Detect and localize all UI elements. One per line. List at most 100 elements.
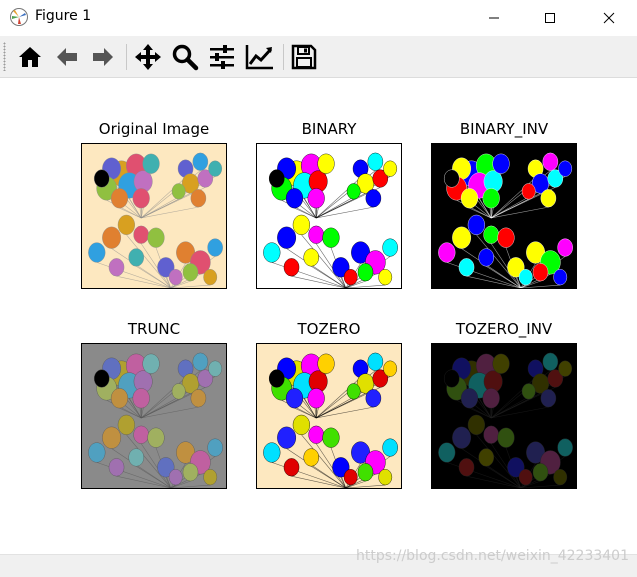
balloon-shape (483, 225, 499, 244)
pan-icon (135, 44, 161, 70)
balloon-shape (171, 183, 186, 200)
balloon-shape (558, 160, 573, 177)
subplot-image-binary_inv[interactable] (431, 143, 577, 289)
balloon-image (82, 344, 226, 488)
subplot-title: Original Image (98, 120, 210, 138)
balloon-shape (540, 189, 557, 208)
balloon-shape (492, 153, 510, 174)
balloon-shape (93, 369, 110, 388)
balloon-shape (268, 169, 285, 188)
subplot-title: TOZERO_INV (455, 320, 553, 338)
balloon-shape (452, 226, 472, 249)
balloon-shape (168, 269, 183, 286)
balloon-shape (133, 225, 149, 244)
close-button[interactable] (586, 0, 632, 36)
balloon-shape (308, 225, 324, 244)
balloon-shape (117, 214, 135, 235)
balloon-shape (190, 389, 207, 408)
balloon-shape (303, 248, 319, 267)
balloon-shape (203, 469, 218, 486)
edit-axis-button[interactable] (244, 41, 276, 73)
navigation-toolbar (0, 36, 637, 78)
toolbar-separator (283, 44, 284, 70)
balloon-shape (132, 388, 150, 409)
balloon-shape (102, 426, 122, 449)
balloon-shape (207, 238, 223, 257)
subplot-image-original[interactable] (81, 143, 227, 289)
balloon-shape (102, 226, 122, 249)
balloon-shape (382, 438, 398, 457)
minimize-button[interactable] (471, 0, 517, 36)
balloon-shape (110, 188, 129, 209)
toolbar-separator (126, 44, 127, 70)
balloon-shape (285, 388, 304, 409)
balloon-shape (553, 469, 568, 486)
balloon-shape (93, 169, 110, 188)
balloon-shape (378, 469, 393, 486)
balloon-shape (108, 458, 125, 477)
window-title: Figure 1 (35, 8, 92, 24)
balloon-shape (128, 448, 144, 467)
toolbar-grip[interactable] (3, 42, 6, 71)
balloon-shape (438, 442, 456, 463)
balloon-shape (110, 388, 129, 409)
balloon-image (257, 144, 401, 288)
balloon-shape (467, 214, 485, 235)
forward-button[interactable] (87, 41, 119, 73)
balloon-shape (303, 448, 319, 467)
balloon-shape (438, 242, 456, 263)
back-button[interactable] (51, 41, 83, 73)
balloon-shape (532, 263, 549, 282)
balloon-shape (268, 369, 285, 388)
balloon-shape (117, 414, 135, 435)
balloon-shape (558, 360, 573, 377)
balloon-shape (277, 426, 297, 449)
pan-button[interactable] (132, 41, 164, 73)
subplot-image-tozero[interactable] (256, 343, 402, 489)
balloon-shape (478, 248, 494, 267)
balloon-image (432, 344, 576, 488)
forward-icon (93, 48, 113, 66)
balloon-shape (557, 438, 573, 457)
home-button[interactable] (14, 41, 46, 73)
balloon-shape (308, 425, 324, 444)
balloon-shape (277, 226, 297, 249)
balloon-shape (133, 425, 149, 444)
balloon-shape (322, 427, 340, 448)
save-button[interactable] (288, 41, 320, 73)
balloon-shape (285, 188, 304, 209)
balloon-shape (343, 269, 358, 286)
balloon-shape (307, 388, 325, 409)
balloon-shape (182, 263, 199, 282)
figure-canvas[interactable]: Original Image BINARY BINARY_INV TRUNC TOZER… (0, 78, 637, 554)
balloon-shape (182, 463, 199, 482)
balloon-shape (365, 389, 382, 408)
subplot-title: BINARY_INV (459, 120, 549, 138)
balloon-shape (378, 269, 393, 286)
balloon-shape (168, 469, 183, 486)
balloon-shape (142, 153, 160, 174)
balloon-shape (263, 242, 281, 263)
balloon-shape (283, 258, 300, 277)
zoom-button[interactable] (169, 41, 201, 73)
balloon-shape (292, 214, 310, 235)
balloon-shape (443, 169, 460, 188)
balloon-shape (263, 442, 281, 463)
subplot-image-binary[interactable] (256, 143, 402, 289)
balloon-shape (192, 352, 209, 371)
watermark-text: https://blog.csdn.net/weixin_42233401 (355, 548, 629, 564)
balloon-shape (497, 427, 515, 448)
subplot-image-tozero_inv[interactable] (431, 343, 577, 489)
balloon-shape (482, 188, 500, 209)
subplot-image-trunc[interactable] (81, 343, 227, 489)
balloon-shape (207, 438, 223, 457)
balloon-shape (458, 458, 475, 477)
balloon-shape (553, 269, 568, 286)
balloon-shape (542, 352, 559, 371)
maximize-icon (545, 13, 555, 23)
balloon-shape (521, 183, 536, 200)
configure-subplots-icon (210, 45, 234, 69)
maximize-button[interactable] (527, 0, 573, 36)
balloon-shape (357, 463, 374, 482)
configure-subplots-button[interactable] (206, 41, 238, 73)
